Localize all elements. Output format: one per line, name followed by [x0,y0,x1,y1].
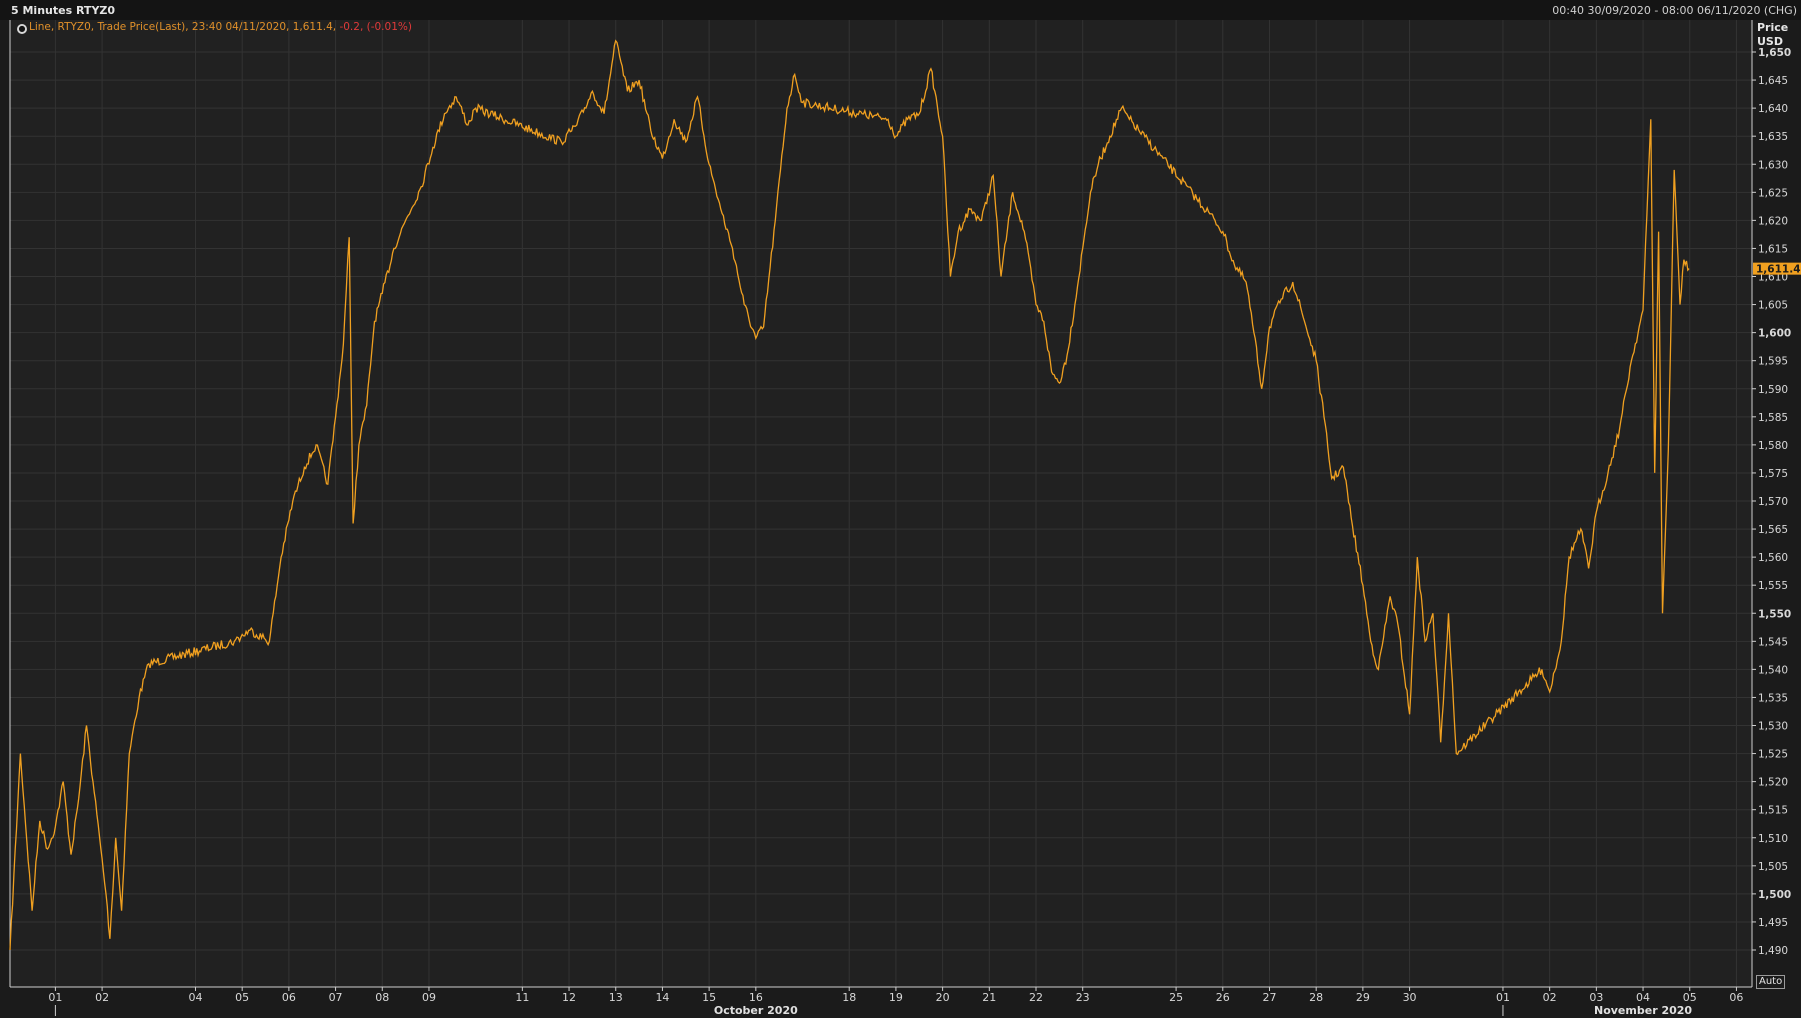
y-tick-label: 1,540 [1758,664,1788,676]
x-tick-label: 21 [982,991,996,1004]
x-tick-label: 18 [842,991,856,1004]
x-tick-label: 02 [1543,991,1557,1004]
price-label: Price [1757,21,1789,34]
x-tick-label: 09 [422,991,436,1004]
x-tick-label: 08 [375,991,389,1004]
y-tick-label: 1,555 [1758,580,1788,592]
y-tick-label: 1,625 [1758,187,1788,199]
x-tick-label: 25 [1169,991,1183,1004]
month-label: November 2020 [1594,1004,1692,1017]
y-tick-label: 1,600 [1758,328,1791,340]
x-tick-label: 05 [1683,991,1697,1004]
y-tick-label: 1,490 [1758,945,1788,957]
y-tick-label: 1,635 [1758,131,1788,143]
y-axis: 1,490 1,495 1,500 1,505 1,510 1,515 1,520 1,525… [1751,20,1801,987]
x-tick-label: 22 [1029,991,1043,1004]
y-tick-label: 1,645 [1758,75,1788,87]
y-tick-label: 1,580 [1758,440,1788,452]
y-tick-label: 1,575 [1758,468,1788,480]
y-tick-label: 1,545 [1758,636,1788,648]
y-tick-label: 1,615 [1758,243,1788,255]
price-axis-title: Price USD [1757,21,1788,49]
y-tick-label: 1,590 [1758,384,1788,396]
x-tick-label: 27 [1262,991,1276,1004]
auto-scale-button[interactable]: Auto [1756,975,1786,989]
x-tick-label: 20 [936,991,950,1004]
y-tick-label: 1,605 [1758,300,1788,312]
y-tick-label: 1,620 [1758,215,1788,227]
x-tick-label: 12 [562,991,576,1004]
y-tick-label: 1,495 [1758,917,1788,929]
y-tick-label: 1,530 [1758,721,1788,733]
plot-area [10,20,1752,987]
x-tick-label: 16 [749,991,763,1004]
x-tick-label: 11 [515,991,529,1004]
y-tick-label: 1,520 [1758,777,1788,789]
month-label: October 2020 [714,1004,798,1017]
x-tick-label: 23 [1076,991,1090,1004]
y-tick-label: 1,515 [1758,805,1788,817]
x-tick-label: 14 [655,991,669,1004]
x-tick-label: 03 [1589,991,1603,1004]
y-tick-label: 1,640 [1758,103,1788,115]
price-chart[interactable]: 01 02 04 05 06 07 08 09 11 12 13 14 15 16 18 19 20 21 22 23… [0,0,1801,1018]
y-tick-label: 1,595 [1758,356,1788,368]
y-tick-label: 1,550 [1758,608,1791,620]
x-tick-label: 13 [609,991,623,1004]
y-tick-label: 1,560 [1758,552,1788,564]
x-tick-label: 29 [1356,991,1370,1004]
series-legend[interactable]: ● Line, RTYZ0, Trade Price(Last), 23:40 0… [17,21,412,34]
x-tick-label: 05 [235,991,249,1004]
x-tick-label: 28 [1309,991,1323,1004]
y-tick-label: 1,565 [1758,524,1788,536]
y-tick-label: 1,630 [1758,159,1788,171]
y-tick-label: 1,510 [1758,833,1788,845]
y-tick-label: 1,505 [1758,861,1788,873]
y-tick-label: 1,500 [1758,889,1791,901]
x-tick-label: 04 [1636,991,1650,1004]
x-tick-label: 15 [702,991,716,1004]
y-tick-label: 1,585 [1758,412,1788,424]
last-value-label: 1,611.4 [1756,264,1801,276]
x-tick-label: 06 [282,991,296,1004]
x-tick-label: 01 [48,991,62,1004]
x-tick-label: 30 [1403,991,1417,1004]
x-tick-label: 07 [329,991,343,1004]
x-tick-label: 19 [889,991,903,1004]
legend-text: Line, RTYZ0, Trade Price(Last), 23:40 04… [29,21,340,33]
x-tick-label: 04 [188,991,202,1004]
unit-label: USD [1757,35,1783,48]
x-tick-label: 26 [1216,991,1230,1004]
legend-toggle-icon[interactable]: ● [17,24,27,34]
legend-change: -0.2, (-0.01%) [339,21,412,33]
y-tick-label: 1,570 [1758,496,1788,508]
x-tick-label: 06 [1729,991,1743,1004]
x-tick-label: 01 [1496,991,1510,1004]
y-tick-label: 1,535 [1758,692,1788,704]
x-tick-label: 02 [95,991,109,1004]
y-tick-label: 1,525 [1758,749,1788,761]
